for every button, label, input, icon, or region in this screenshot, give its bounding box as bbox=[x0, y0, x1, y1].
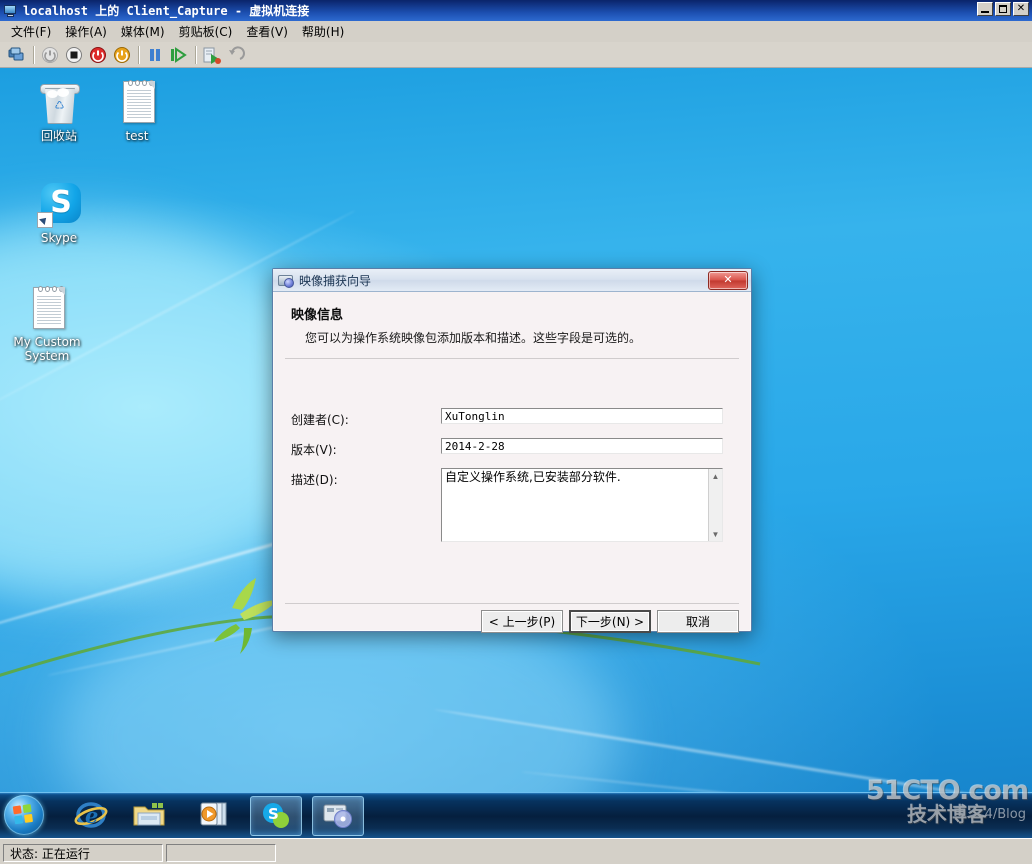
back-button[interactable]: < 上一步(P) bbox=[481, 610, 563, 633]
scroll-up-arrow[interactable]: ▲ bbox=[709, 469, 722, 483]
start-button[interactable] bbox=[4, 795, 44, 835]
desktop-icon-label: Skype bbox=[40, 231, 78, 245]
status-state: 状态: 正在运行 bbox=[3, 844, 163, 862]
shut-down-icon[interactable] bbox=[86, 44, 110, 66]
menu-media[interactable]: 媒体(M) bbox=[114, 21, 172, 42]
skype-icon: S bbox=[35, 180, 83, 228]
taskbar-internet-explorer[interactable]: e bbox=[66, 796, 116, 834]
close-button[interactable]: ✕ bbox=[1013, 2, 1029, 16]
svg-text:S: S bbox=[268, 805, 279, 823]
dialog-close-button[interactable]: ✕ bbox=[708, 271, 748, 290]
divider-bottom bbox=[285, 603, 739, 604]
version-label: 版本(V): bbox=[291, 443, 337, 457]
description-label: 描述(D): bbox=[291, 473, 338, 487]
creator-label: 创建者(C): bbox=[291, 413, 349, 427]
windows-logo-icon bbox=[12, 803, 36, 827]
desktop-icon-test[interactable]: test bbox=[92, 78, 182, 143]
description-scrollbar[interactable]: ▲ ▼ bbox=[708, 469, 722, 541]
menu-file[interactable]: 文件(F) bbox=[4, 21, 58, 42]
taskbar-media-player[interactable] bbox=[190, 796, 240, 834]
guest-screen: ♺ 回收站 test S Skype My Custom System 映像捕获向导 ✕ … bbox=[0, 68, 1032, 838]
desktop-icon-skype[interactable]: S Skype bbox=[14, 180, 104, 245]
watermark-line-3: 4/Blog bbox=[984, 807, 1026, 822]
menubar: 文件(F) 操作(A) 媒体(M) 剪贴板(C) 查看(V) 帮助(H) bbox=[0, 21, 1032, 42]
checkpoint-icon[interactable] bbox=[200, 44, 224, 66]
status-extra bbox=[166, 844, 276, 862]
window-controls: ✕ bbox=[977, 2, 1029, 16]
field-row-version: 版本(V): bbox=[291, 438, 723, 458]
toolbar bbox=[0, 42, 1032, 68]
capture-wizard-icon bbox=[321, 800, 355, 833]
field-row-description: 描述(D): ▲ ▼ bbox=[291, 468, 723, 542]
cancel-button[interactable]: 取消 bbox=[657, 610, 739, 633]
notepad-file-icon bbox=[113, 78, 161, 126]
menu-action[interactable]: 操作(A) bbox=[58, 21, 114, 42]
menu-clipboard[interactable]: 剪贴板(C) bbox=[172, 21, 240, 42]
turn-off-icon[interactable] bbox=[62, 44, 86, 66]
reset-icon[interactable] bbox=[167, 44, 191, 66]
taskbar-windows-explorer[interactable] bbox=[124, 796, 174, 834]
toolbar-separator bbox=[138, 45, 139, 64]
desktop-icon-label: test bbox=[125, 129, 149, 143]
virtual-machine-icon bbox=[3, 4, 19, 18]
dialog-subheading: 您可以为操作系统映像包添加版本和描述。这些字段是可选的。 bbox=[305, 331, 642, 345]
desktop-icon-label: My Custom System bbox=[13, 335, 81, 363]
menu-view[interactable]: 查看(V) bbox=[239, 21, 295, 42]
field-row-creator: 创建者(C): bbox=[291, 408, 723, 428]
dialog-body: 映像信息 您可以为操作系统映像包添加版本和描述。这些字段是可选的。 创建者(C)… bbox=[273, 292, 751, 633]
vmconnect-window: localhost 上的 Client_Capture - 虚拟机连接 ✕ 文件… bbox=[0, 0, 1032, 864]
window-title: localhost 上的 Client_Capture - 虚拟机连接 bbox=[23, 4, 310, 18]
taskbar: eS MS PY 体 中 •, bbox=[0, 777, 1032, 838]
ctrl-alt-delete-icon[interactable] bbox=[5, 44, 29, 66]
power-on-icon[interactable] bbox=[38, 44, 62, 66]
next-button[interactable]: 下一步(N) > bbox=[569, 610, 651, 633]
minimize-button[interactable] bbox=[977, 2, 993, 16]
toolbar-separator bbox=[33, 45, 34, 64]
pause-icon[interactable] bbox=[143, 44, 167, 66]
description-textarea[interactable] bbox=[441, 468, 723, 542]
desktop-icon-my-custom-system[interactable]: My Custom System bbox=[2, 284, 92, 363]
creator-input[interactable] bbox=[441, 408, 723, 424]
skype-icon: S bbox=[259, 800, 293, 833]
notepad-file-icon bbox=[23, 284, 71, 332]
dialog-heading: 映像信息 bbox=[291, 308, 344, 323]
capture-wizard-icon bbox=[278, 272, 294, 288]
menu-help[interactable]: 帮助(H) bbox=[295, 21, 351, 42]
desktop[interactable]: ♺ 回收站 test S Skype My Custom System 映像捕获向导 ✕ … bbox=[0, 68, 1032, 838]
divider-top bbox=[285, 358, 739, 359]
dialog-title: 映像捕获向导 bbox=[299, 273, 372, 288]
ie-icon: e bbox=[74, 798, 108, 833]
taskbar-capture-wizard[interactable] bbox=[312, 796, 364, 836]
desktop-icon-recycle-bin[interactable]: ♺ 回收站 bbox=[14, 78, 104, 143]
toolbar-separator bbox=[195, 45, 196, 64]
dialog-buttons: < 上一步(P) 下一步(N) > 取消 bbox=[481, 610, 739, 633]
version-input[interactable] bbox=[441, 438, 723, 454]
taskbar-skype[interactable]: S bbox=[250, 796, 302, 836]
maximize-button[interactable] bbox=[995, 2, 1011, 16]
folder-icon bbox=[132, 799, 166, 832]
svg-text:e: e bbox=[85, 803, 98, 828]
scroll-down-arrow[interactable]: ▼ bbox=[709, 527, 722, 541]
desktop-icon-label: 回收站 bbox=[40, 129, 77, 143]
save-icon[interactable] bbox=[110, 44, 134, 66]
dialog-titlebar: 映像捕获向导 ✕ bbox=[273, 269, 751, 292]
media-player-icon bbox=[198, 799, 232, 832]
statusbar: 状态: 正在运行 bbox=[0, 838, 1032, 864]
capture-wizard-dialog[interactable]: 映像捕获向导 ✕ 映像信息 您可以为操作系统映像包添加版本和描述。这些字段是可选… bbox=[272, 268, 752, 633]
window-titlebar: localhost 上的 Client_Capture - 虚拟机连接 ✕ bbox=[0, 0, 1032, 21]
revert-icon[interactable] bbox=[224, 44, 248, 66]
recycle-bin-icon: ♺ bbox=[35, 78, 83, 126]
